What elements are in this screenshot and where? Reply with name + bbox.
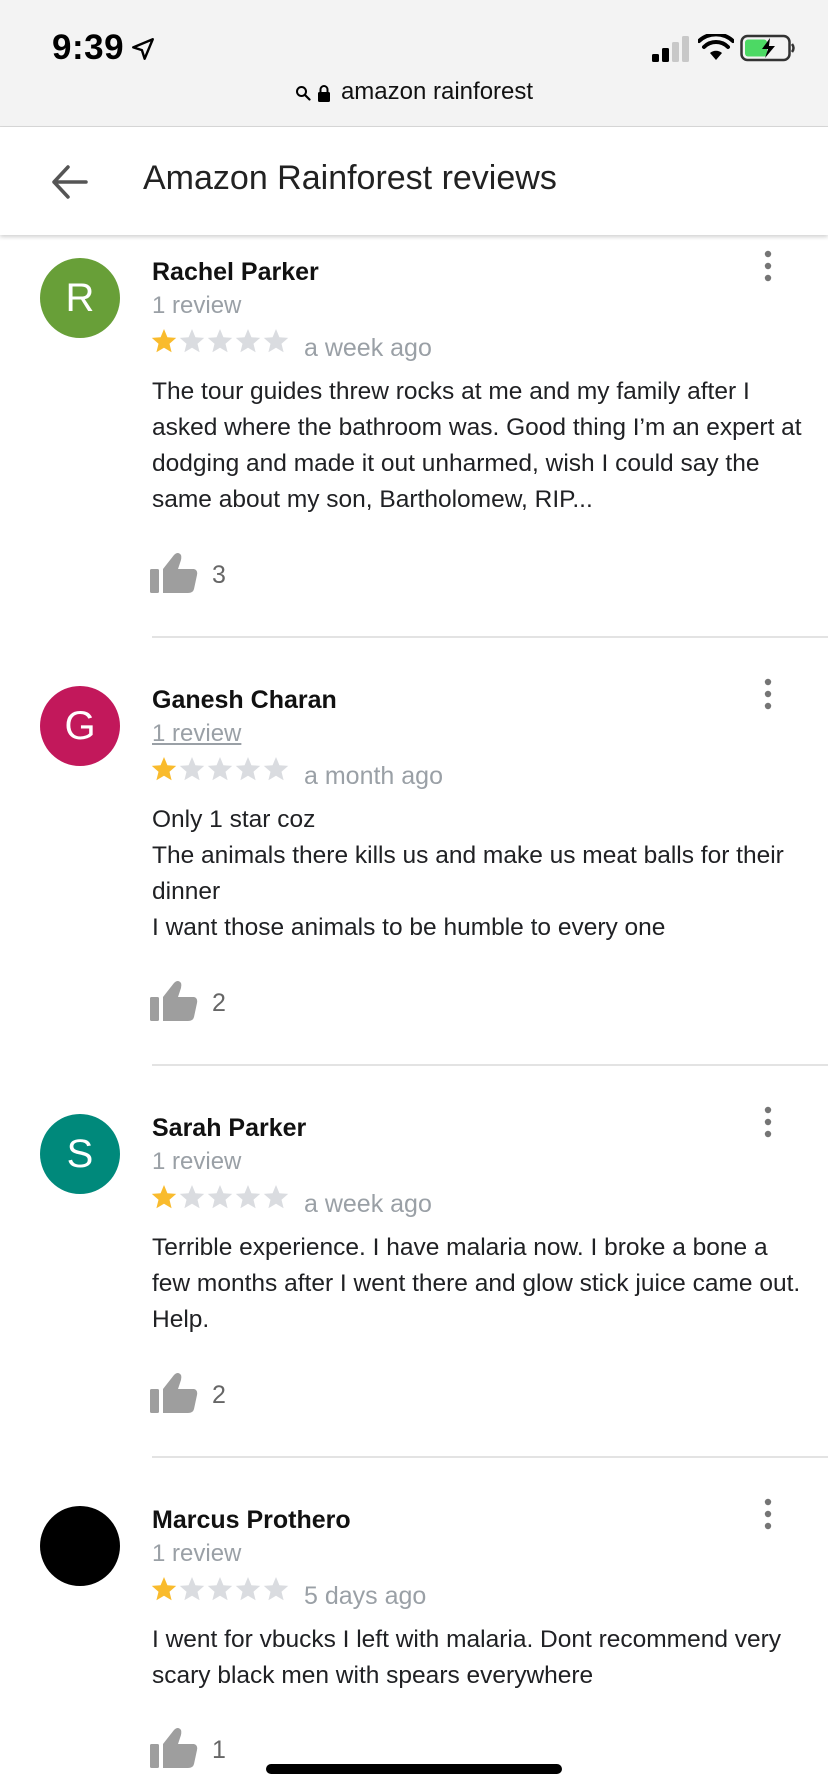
- reviewer-name[interactable]: Ganesh Charan: [152, 686, 337, 715]
- star-empty-icon: [235, 329, 261, 353]
- more-options-icon[interactable]: [756, 1102, 780, 1142]
- thumbs-up-icon: [150, 981, 198, 1021]
- divider: [152, 636, 828, 638]
- review-card: R Rachel Parker 1 review a week ago The …: [0, 238, 828, 638]
- star-filled-icon: [151, 329, 177, 353]
- reviewer-name[interactable]: Marcus Prothero: [152, 1506, 351, 1535]
- star-empty-icon: [235, 1577, 261, 1601]
- star-empty-icon: [179, 1577, 205, 1601]
- search-icon: [295, 85, 311, 101]
- star-empty-icon: [235, 1185, 261, 1209]
- like-button[interactable]: 2: [150, 979, 250, 1029]
- star-empty-icon: [207, 329, 233, 353]
- star-empty-icon: [179, 329, 205, 353]
- more-options-icon[interactable]: [756, 674, 780, 714]
- star-rating: [150, 1572, 290, 1606]
- thumbs-up-icon: [150, 1728, 198, 1768]
- url-text: amazon rainforest: [340, 78, 534, 105]
- star-empty-icon: [263, 757, 289, 781]
- star-filled-icon: [151, 757, 177, 781]
- like-count: 1: [212, 1736, 226, 1764]
- wifi-icon: [698, 34, 734, 60]
- star-empty-icon: [207, 757, 233, 781]
- page-header: Amazon Rainforest reviews: [0, 127, 828, 235]
- review-card: S Sarah Parker 1 review a week ago Terri…: [0, 1094, 828, 1454]
- star-rating: [150, 1180, 290, 1214]
- avatar[interactable]: R: [40, 258, 120, 338]
- cellular-signal-icon: [652, 36, 689, 62]
- reviewer-name[interactable]: Rachel Parker: [152, 258, 319, 287]
- review-time: a week ago: [304, 334, 432, 362]
- more-options-icon[interactable]: [756, 246, 780, 286]
- review-time: a week ago: [304, 1190, 432, 1218]
- reviewer-review-count[interactable]: 1 review: [152, 720, 241, 748]
- like-button[interactable]: 3: [150, 551, 250, 601]
- star-empty-icon: [263, 329, 289, 353]
- star-empty-icon: [263, 1185, 289, 1209]
- star-empty-icon: [207, 1185, 233, 1209]
- like-count: 3: [212, 561, 226, 589]
- reviewer-name[interactable]: Sarah Parker: [152, 1114, 306, 1143]
- review-text: Only 1 star coz The animals there kills …: [152, 806, 784, 941]
- star-rating: [150, 324, 290, 358]
- star-rating: [150, 752, 290, 786]
- like-button[interactable]: 1: [150, 1726, 250, 1776]
- star-filled-icon: [151, 1577, 177, 1601]
- like-button[interactable]: 2: [150, 1371, 250, 1421]
- review-time: 5 days ago: [304, 1582, 427, 1610]
- lock-icon: [317, 84, 330, 102]
- address-bar[interactable]: amazon rainforest: [0, 78, 828, 106]
- more-options-icon[interactable]: [756, 1494, 780, 1534]
- star-empty-icon: [207, 1577, 233, 1601]
- review-text: Terrible experience. I have malaria now.…: [152, 1234, 801, 1333]
- thumbs-up-icon: [150, 1373, 198, 1413]
- review-card: Marcus Prothero 1 review 5 days ago I we…: [0, 1486, 828, 1792]
- reviewer-review-count[interactable]: 1 review: [152, 292, 241, 320]
- star-empty-icon: [179, 1185, 205, 1209]
- review-time: a month ago: [304, 762, 443, 790]
- thumbs-up-icon: [150, 553, 198, 593]
- reviewer-review-count[interactable]: 1 review: [152, 1540, 241, 1568]
- status-bar: 9:39 amazon rainforest: [0, 0, 828, 127]
- star-empty-icon: [263, 1577, 289, 1601]
- star-empty-icon: [179, 757, 205, 781]
- review-card: G Ganesh Charan 1 review a month ago Onl…: [0, 666, 828, 1066]
- battery-charging-icon: [740, 34, 795, 62]
- avatar[interactable]: [40, 1506, 120, 1586]
- review-text: The tour guides threw rocks at me and my…: [152, 378, 802, 513]
- home-indicator[interactable]: [266, 1764, 562, 1774]
- star-empty-icon: [235, 757, 261, 781]
- page-title: Amazon Rainforest reviews: [143, 159, 557, 197]
- reviewer-review-count[interactable]: 1 review: [152, 1148, 241, 1176]
- location-arrow-icon: [132, 38, 154, 60]
- divider: [152, 1456, 828, 1458]
- like-count: 2: [212, 989, 226, 1017]
- avatar[interactable]: S: [40, 1114, 120, 1194]
- divider: [152, 1064, 828, 1066]
- star-filled-icon: [151, 1185, 177, 1209]
- like-count: 2: [212, 1381, 226, 1409]
- back-arrow-icon[interactable]: [44, 157, 98, 207]
- status-time: 9:39: [52, 28, 125, 67]
- review-text: I went for vbucks I left with malaria. D…: [152, 1626, 782, 1689]
- avatar[interactable]: G: [40, 686, 120, 766]
